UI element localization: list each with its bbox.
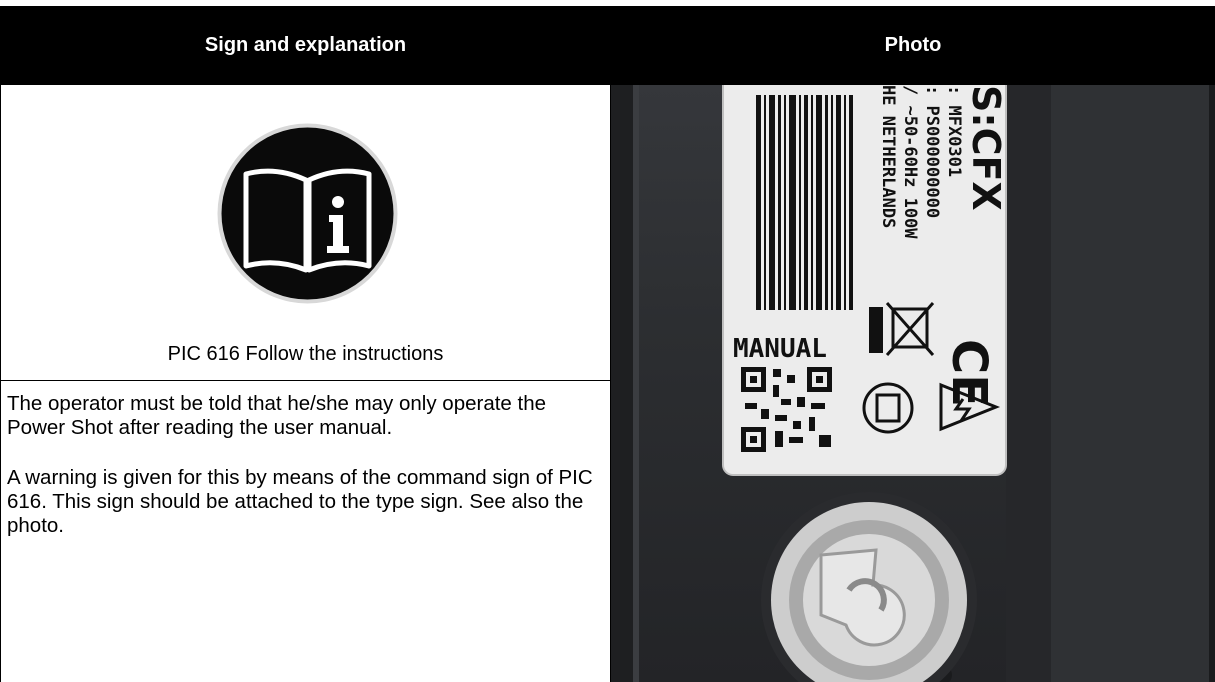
explanation-paragraph: The operator must be told that he/she ma…: [7, 392, 547, 439]
explanation-paragraph: A warning is given for this by means of …: [7, 466, 593, 537]
label-line-power: / ~50-60Hz 100W: [900, 85, 920, 239]
label-line-article: : MFX0301: [944, 85, 964, 177]
row-divider: [0, 380, 611, 381]
table-header-row: Sign and explanation Photo: [0, 6, 1215, 85]
manual-label: MANUAL: [733, 334, 827, 364]
explanation-text: The operator must be told that he/she ma…: [7, 392, 607, 564]
manual-info-icon: [217, 123, 398, 304]
sign-caption: PIC 616 Follow the instructions: [167, 343, 444, 365]
column-header-sign: Sign and explanation: [204, 34, 407, 56]
label-line-serial: : PS000000000: [922, 85, 942, 218]
document-table: Sign and explanation Photo PIC 616 Follo…: [0, 0, 1215, 682]
column-header-photo: Photo: [884, 34, 942, 56]
brand-logo: S:CFX: [964, 85, 1008, 211]
label-line-model: HE NETHERLANDS: [878, 85, 898, 228]
type-sign-photo-drawing: HE NETHERLANDS / ~50-60Hz 100W : PS00000…: [611, 85, 1215, 682]
sign-cell: PIC 616 Follow the instructions: [1, 85, 610, 380]
type-sign-photo: HE NETHERLANDS / ~50-60Hz 100W : PS00000…: [611, 85, 1215, 682]
